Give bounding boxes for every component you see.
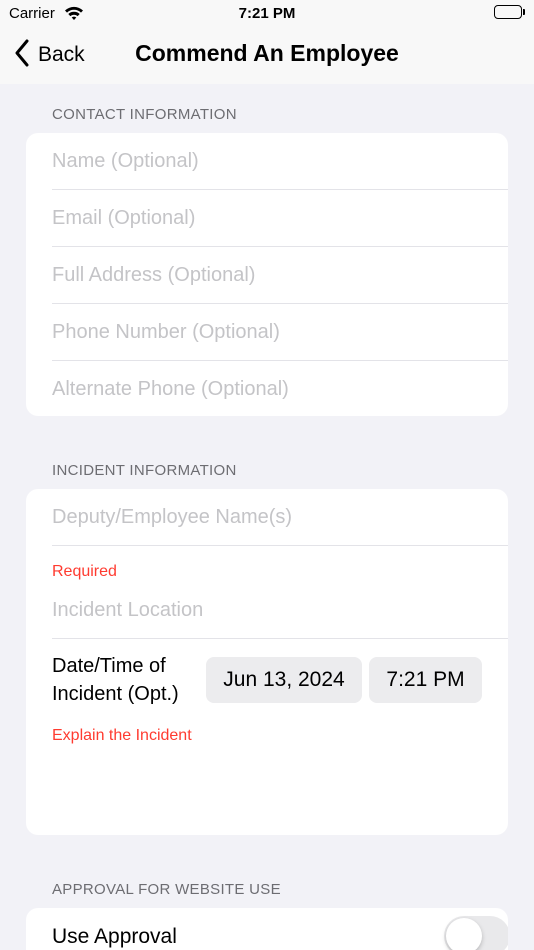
email-row — [26, 190, 508, 247]
address-row — [26, 247, 508, 304]
explain-error: Explain the Incident — [52, 727, 192, 744]
datetime-label-line1: Date/Time of — [52, 655, 166, 677]
phone-row — [26, 304, 508, 361]
time-picker-button[interactable]: 7:21 PM — [369, 657, 482, 703]
address-field[interactable] — [52, 264, 508, 287]
status-time: 7:21 PM — [238, 5, 296, 22]
datetime-label: Date/Time of Incident (Opt.) — [52, 652, 202, 708]
name-row — [26, 133, 508, 190]
navigation-bar: Back Commend An Employee — [0, 28, 534, 84]
datetime-row: Date/Time of Incident (Opt.) Jun 13, 202… — [26, 639, 508, 721]
toggle-knob — [446, 918, 482, 950]
incident-section-header: INCIDENT INFORMATION — [52, 462, 237, 479]
date-picker-button[interactable]: Jun 13, 2024 — [206, 657, 362, 703]
incident-location-row — [26, 582, 508, 639]
use-approval-label: Use Approval — [52, 924, 177, 948]
alternate-phone-row — [26, 361, 508, 416]
employee-name-row — [26, 489, 508, 546]
incident-location-field[interactable] — [52, 599, 508, 622]
email-field[interactable] — [52, 207, 508, 230]
approval-section-header: APPROVAL FOR WEBSITE USE — [52, 881, 281, 898]
phone-field[interactable] — [52, 321, 508, 344]
employee-name-field[interactable] — [52, 506, 508, 529]
use-approval-toggle[interactable] — [444, 916, 508, 950]
alternate-phone-field[interactable] — [52, 378, 508, 401]
page-title: Commend An Employee — [135, 40, 399, 66]
battery-icon — [494, 5, 526, 21]
incident-explanation-textarea[interactable] — [52, 751, 492, 823]
use-approval-row: Use Approval — [26, 908, 508, 950]
approval-group: Use Approval — [26, 908, 508, 950]
status-bar: Carrier 7:21 PM — [0, 0, 534, 28]
name-field[interactable] — [52, 150, 508, 173]
required-error: Required — [52, 563, 117, 580]
datetime-label-line2: Incident (Opt.) — [52, 683, 179, 705]
contact-section-header: CONTACT INFORMATION — [52, 106, 237, 123]
incident-group: Required Date/Time of Incident (Opt.) Ju… — [26, 489, 508, 835]
contact-group — [26, 133, 508, 416]
